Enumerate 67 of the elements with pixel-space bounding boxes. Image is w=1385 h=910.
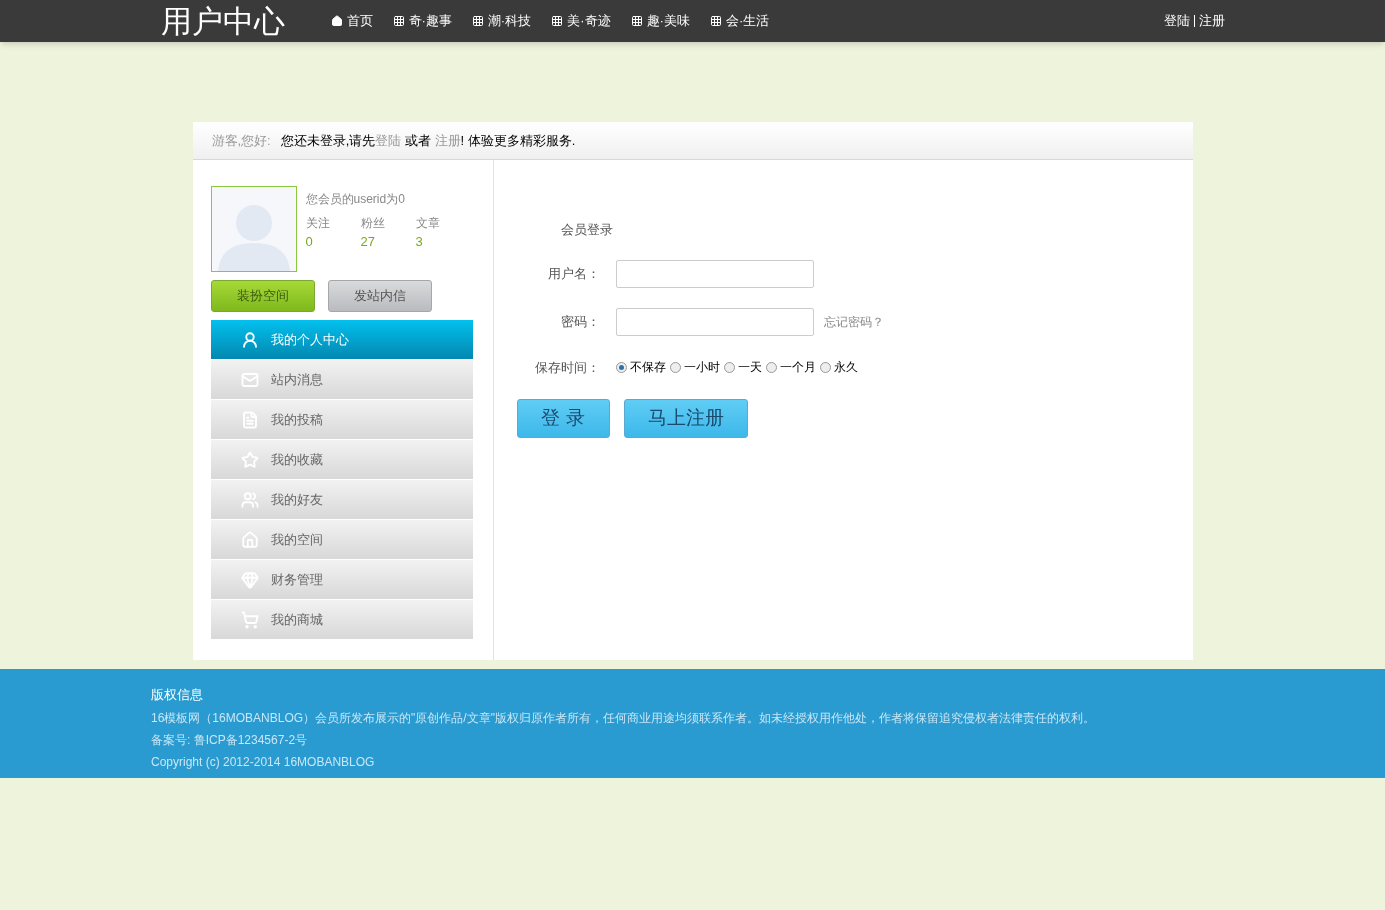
login-title: 会员登录	[560, 221, 614, 239]
field-label: 用户名：	[546, 264, 601, 283]
nav-link[interactable]: 奇·趣事	[392, 11, 452, 31]
stat-value: 27	[360, 233, 376, 251]
forgot-password-link[interactable]: 忘记密码？	[823, 312, 884, 331]
save-time-label: 保存时间：	[533, 358, 601, 377]
radio-button[interactable]	[819, 361, 831, 373]
people-icon	[240, 490, 259, 509]
profile-button[interactable]: 发站内信	[327, 280, 432, 312]
site-logo[interactable]: 用户中心	[160, 5, 285, 37]
nav-link[interactable]: 趣·美味	[630, 11, 690, 31]
menu-item[interactable]: 我的空间	[210, 520, 473, 559]
profile-button[interactable]: 装扮空间	[210, 280, 315, 312]
menu-item[interactable]: 我的商城	[210, 600, 473, 639]
greeting-text: 游客,您好:	[211, 131, 271, 150]
star-icon	[240, 450, 259, 469]
home-icon	[330, 15, 343, 27]
menu-item[interactable]: 财务管理	[210, 560, 473, 599]
save-time-option[interactable]: 一小时	[669, 358, 720, 377]
stat-value: 3	[415, 233, 424, 251]
save-time-option[interactable]: 不保存	[615, 358, 666, 377]
radio-button[interactable]	[723, 361, 735, 373]
menu-item[interactable]: 我的收藏	[210, 440, 473, 479]
grid-icon	[471, 15, 484, 27]
grid-icon	[709, 15, 722, 27]
auth-link[interactable]: 登陆	[1163, 11, 1190, 31]
save-time-option[interactable]: 一个月	[765, 358, 816, 377]
register-button[interactable]: 马上注册	[623, 399, 748, 438]
footer-text: 16模板网（16MOBANBLOG）会员所发布展示的"原创作品/文章"版权归原作者所有，任何商业用途均须联系作者。如未经授权用作他处，作者将保留追究侵权者法律责任的权利。	[151, 709, 1096, 727]
menu-item[interactable]: 我的个人中心	[210, 320, 473, 359]
grid-icon	[630, 15, 643, 27]
password-field[interactable]	[615, 307, 814, 336]
house-icon	[240, 530, 259, 549]
notice-link[interactable]: 登陆	[375, 132, 402, 148]
stat-label: 文章	[415, 215, 441, 232]
notice-link[interactable]: 注册	[434, 132, 461, 148]
nav-link[interactable]: 会·生活	[709, 11, 770, 31]
grid-icon	[551, 15, 564, 27]
save-time-option[interactable]: 永久	[819, 358, 858, 377]
footer-text: Copyright (c) 2012-2014 16MOBANBLOG	[151, 753, 376, 771]
grid-icon	[392, 15, 405, 27]
nav-link[interactable]: 美·奇迹	[551, 11, 611, 31]
menu-item[interactable]: 站内消息	[210, 360, 473, 399]
auth-link[interactable]: 注册	[1198, 11, 1225, 31]
radio-button[interactable]	[765, 361, 777, 373]
diamond-icon	[240, 570, 259, 589]
person-icon	[240, 330, 259, 349]
stat-label: 粉丝	[360, 215, 386, 232]
userid-text: 您会员的userid为0	[305, 191, 406, 208]
stat-value: 0	[305, 233, 314, 251]
username-field[interactable]	[615, 259, 814, 288]
footer-text: 备案号: 鲁ICP备1234567-2号	[151, 731, 309, 749]
radio-button[interactable]	[615, 361, 627, 373]
cart-icon	[240, 610, 259, 629]
footer-title: 版权信息	[151, 686, 204, 704]
field-label: 密码：	[559, 312, 601, 331]
radio-button[interactable]	[669, 361, 681, 373]
envelope-icon	[240, 370, 259, 389]
document-icon	[240, 410, 259, 429]
menu-item[interactable]: 我的投稿	[210, 400, 473, 439]
menu-item[interactable]: 我的好友	[210, 480, 473, 519]
nav-link[interactable]: 潮·科技	[471, 11, 532, 31]
nav-link[interactable]: 首页	[330, 11, 373, 31]
notice-message: 您还未登录,请先登陆 或者 注册! 体验更多精彩服务.	[280, 131, 576, 150]
stat-label: 关注	[305, 215, 331, 232]
save-time-option[interactable]: 一天	[723, 358, 762, 377]
login-button[interactable]: 登 录	[516, 399, 610, 438]
